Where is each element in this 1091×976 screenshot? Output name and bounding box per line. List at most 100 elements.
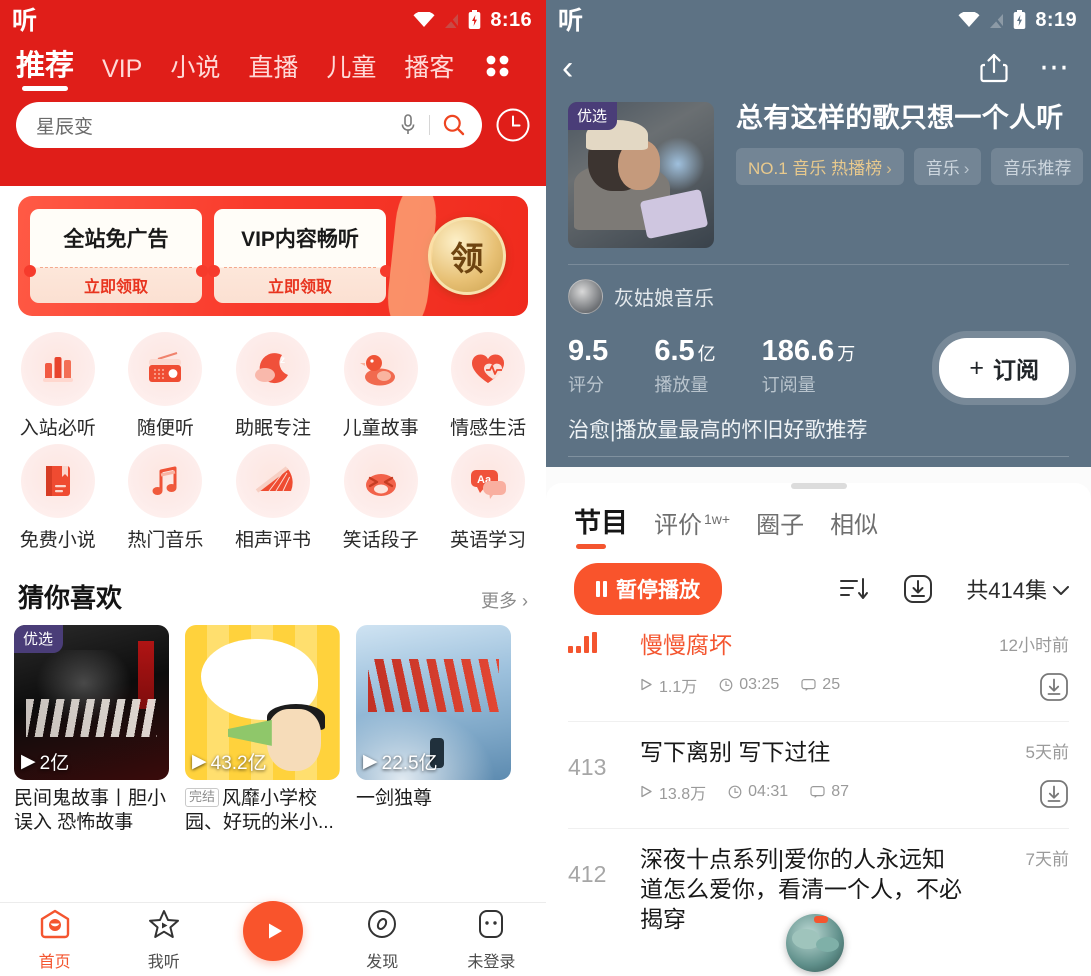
bottom-navigation-bar: 首页 我听 发现 未登录 bbox=[0, 900, 546, 976]
download-icon[interactable] bbox=[1039, 779, 1069, 814]
app-logo: 听 bbox=[558, 5, 583, 35]
music-note-icon bbox=[128, 444, 203, 518]
subscribe-button[interactable]: + 订阅 bbox=[939, 338, 1069, 398]
episode-plays: 13.8万 bbox=[640, 780, 706, 804]
promo-banner[interactable]: 全站免广告 立即领取 VIP内容畅听 立即领取 领 bbox=[0, 186, 546, 316]
episode-controls-right: 共414集 bbox=[838, 573, 1069, 605]
clock-icon bbox=[728, 785, 742, 799]
episode-plays-value: 1.1万 bbox=[659, 678, 698, 696]
tab-vip[interactable]: VIP bbox=[102, 55, 142, 92]
download-icon[interactable] bbox=[1039, 672, 1069, 707]
tab-children[interactable]: 儿童 bbox=[326, 48, 376, 92]
category-entry-kids-story[interactable]: 儿童故事 bbox=[327, 332, 435, 444]
coupon-card-2[interactable]: VIP内容畅听 立即领取 bbox=[208, 209, 392, 303]
plus-icon: + bbox=[969, 353, 984, 382]
tab-programs[interactable]: 节目 bbox=[574, 501, 628, 551]
album-card[interactable]: ▶ 43.2亿 完结 风靡小学校园、好玩的米小... bbox=[185, 625, 340, 836]
category-entry-emotional[interactable]: 情感生活 bbox=[434, 332, 542, 444]
episode-list: 慢慢腐坏 1.1万 03:25 25 12小时前 413 写下离别 写下过往 1… bbox=[546, 615, 1091, 949]
claim-coin-button[interactable]: 领 bbox=[428, 217, 506, 295]
chevron-right-icon: › bbox=[886, 158, 892, 178]
category-label: 英语学习 bbox=[450, 530, 527, 551]
download-icon[interactable] bbox=[902, 573, 934, 605]
episode-body: 写下离别 写下过往 13.8万 04:31 87 bbox=[640, 738, 973, 804]
tag-category-music[interactable]: 音乐 › bbox=[913, 147, 982, 185]
category-label: 入站必听 bbox=[19, 418, 96, 439]
category-label: 儿童故事 bbox=[342, 418, 419, 439]
bottom-nav-account[interactable]: 未登录 bbox=[437, 908, 546, 972]
album-cover-image: ▶ 43.2亿 bbox=[185, 625, 340, 780]
album-card[interactable]: ▶ 22.5亿 一剑独尊 bbox=[356, 625, 511, 836]
search-input[interactable]: 星辰变 bbox=[16, 102, 482, 148]
episode-duration: 03:25 bbox=[719, 676, 779, 694]
tab-recommend[interactable]: 推荐 bbox=[16, 42, 74, 92]
stat-value: 6.5 亿 bbox=[654, 336, 715, 366]
dual-phone-screenshot: 听 8:16 推荐 VIP 小说 直播 儿童 播客 星辰变 全站免广告 立即领取… bbox=[0, 0, 1091, 976]
share-icon[interactable] bbox=[979, 52, 1009, 84]
bottom-nav-discover[interactable]: 发现 bbox=[328, 908, 437, 972]
search-input-value: 星辰变 bbox=[36, 116, 94, 138]
play-count-value: 2亿 bbox=[39, 753, 70, 774]
coupon-action-2[interactable]: 立即领取 bbox=[268, 267, 332, 303]
category-entry-crosstalk[interactable]: 相声评书 bbox=[219, 444, 327, 556]
tab-novel[interactable]: 小说 bbox=[170, 48, 220, 92]
bottom-nav-my-listening[interactable]: 我听 bbox=[109, 908, 218, 972]
tab-circle[interactable]: 圈子 bbox=[756, 505, 804, 551]
album-card[interactable]: 优选 ▶ 2亿 民间鬼故事丨胆小误入 恐怖故事 bbox=[14, 625, 169, 836]
aa-speech-bubble-icon: Aa bbox=[451, 444, 526, 518]
category-entry-english[interactable]: Aa 英语学习 bbox=[434, 444, 542, 556]
category-label: 笑话段子 bbox=[342, 530, 419, 551]
app-logo: 听 bbox=[12, 5, 37, 35]
account-icon bbox=[475, 908, 507, 945]
album-description[interactable]: 治愈|播放量最高的怀旧好歌推荐 bbox=[546, 398, 1091, 444]
sort-descending-icon[interactable] bbox=[838, 574, 870, 604]
stat-label: 评分 bbox=[568, 375, 604, 396]
pause-playback-button[interactable]: 暂停播放 bbox=[574, 563, 722, 615]
tab-podcast[interactable]: 播客 bbox=[404, 48, 454, 92]
search-icon[interactable] bbox=[442, 113, 466, 137]
category-entry-free-novel[interactable]: 免费小说 bbox=[4, 444, 112, 556]
stat-number: 186.6 bbox=[761, 335, 835, 367]
album-author-row[interactable]: 灰姑娘音乐 bbox=[546, 265, 1091, 314]
category-entry-must-listen[interactable]: 入站必听 bbox=[4, 332, 112, 444]
episode-duration-value: 03:25 bbox=[739, 675, 780, 693]
bottom-nav-play[interactable] bbox=[218, 900, 327, 961]
coupon-card-1[interactable]: 全站免广告 立即领取 bbox=[24, 209, 208, 303]
chevron-right-icon: › bbox=[963, 158, 970, 178]
category-label: 相声评书 bbox=[234, 530, 311, 551]
tab-live[interactable]: 直播 bbox=[248, 48, 298, 92]
play-count: ▶ 2亿 bbox=[21, 748, 69, 775]
more-dots-icon[interactable]: ⋯ bbox=[1039, 53, 1071, 83]
tab-similar[interactable]: 相似 bbox=[830, 505, 878, 551]
category-entry-jokes[interactable]: 笑话段子 bbox=[327, 444, 435, 556]
episode-number: 413 bbox=[568, 754, 607, 780]
episode-row[interactable]: 慢慢腐坏 1.1万 03:25 25 12小时前 bbox=[568, 615, 1069, 722]
bottom-nav-home[interactable]: 首页 bbox=[0, 908, 109, 972]
floating-player-icon[interactable] bbox=[786, 914, 844, 972]
coupon-action-1[interactable]: 立即领取 bbox=[84, 267, 148, 303]
chevron-left-icon[interactable]: ‹ bbox=[562, 51, 573, 85]
episode-comments: 87 bbox=[810, 783, 849, 801]
grid-apps-icon[interactable] bbox=[484, 52, 512, 92]
category-entry-sleep[interactable]: z 助眠专注 bbox=[219, 332, 327, 444]
avatar bbox=[568, 279, 603, 314]
clock-icon bbox=[719, 678, 733, 692]
episode-comments-value: 87 bbox=[831, 782, 849, 800]
bottom-nav-label: 发现 bbox=[366, 953, 399, 971]
microphone-icon[interactable] bbox=[399, 113, 417, 137]
category-entry-hot-music[interactable]: 热门音乐 bbox=[112, 444, 220, 556]
episode-count-selector[interactable]: 共414集 bbox=[966, 573, 1069, 605]
album-cover-image[interactable]: 优选 bbox=[568, 102, 714, 248]
tag-category-music-rec[interactable]: 音乐推荐 bbox=[991, 147, 1084, 185]
album-main-row: 优选 总有这样的歌只想一个人听 NO.1 音乐 热播榜 › 音乐 › 音乐推荐 bbox=[546, 96, 1091, 248]
tab-reviews[interactable]: 评价 1w+ bbox=[654, 505, 730, 551]
stat-plays: 6.5 亿 播放量 bbox=[654, 336, 715, 397]
tag-rank[interactable]: NO.1 音乐 热播榜 › bbox=[736, 147, 904, 185]
play-circle-icon[interactable] bbox=[243, 900, 303, 961]
category-entry-random[interactable]: 随便听 bbox=[112, 332, 220, 444]
category-label: 情感生活 bbox=[450, 418, 527, 439]
right-status-bar: 听 8:19 bbox=[546, 0, 1091, 40]
episode-row[interactable]: 413 写下离别 写下过往 13.8万 04:31 87 5天前 bbox=[568, 722, 1069, 829]
history-clock-icon[interactable] bbox=[494, 106, 532, 144]
more-link[interactable]: 更多 › bbox=[481, 587, 528, 613]
